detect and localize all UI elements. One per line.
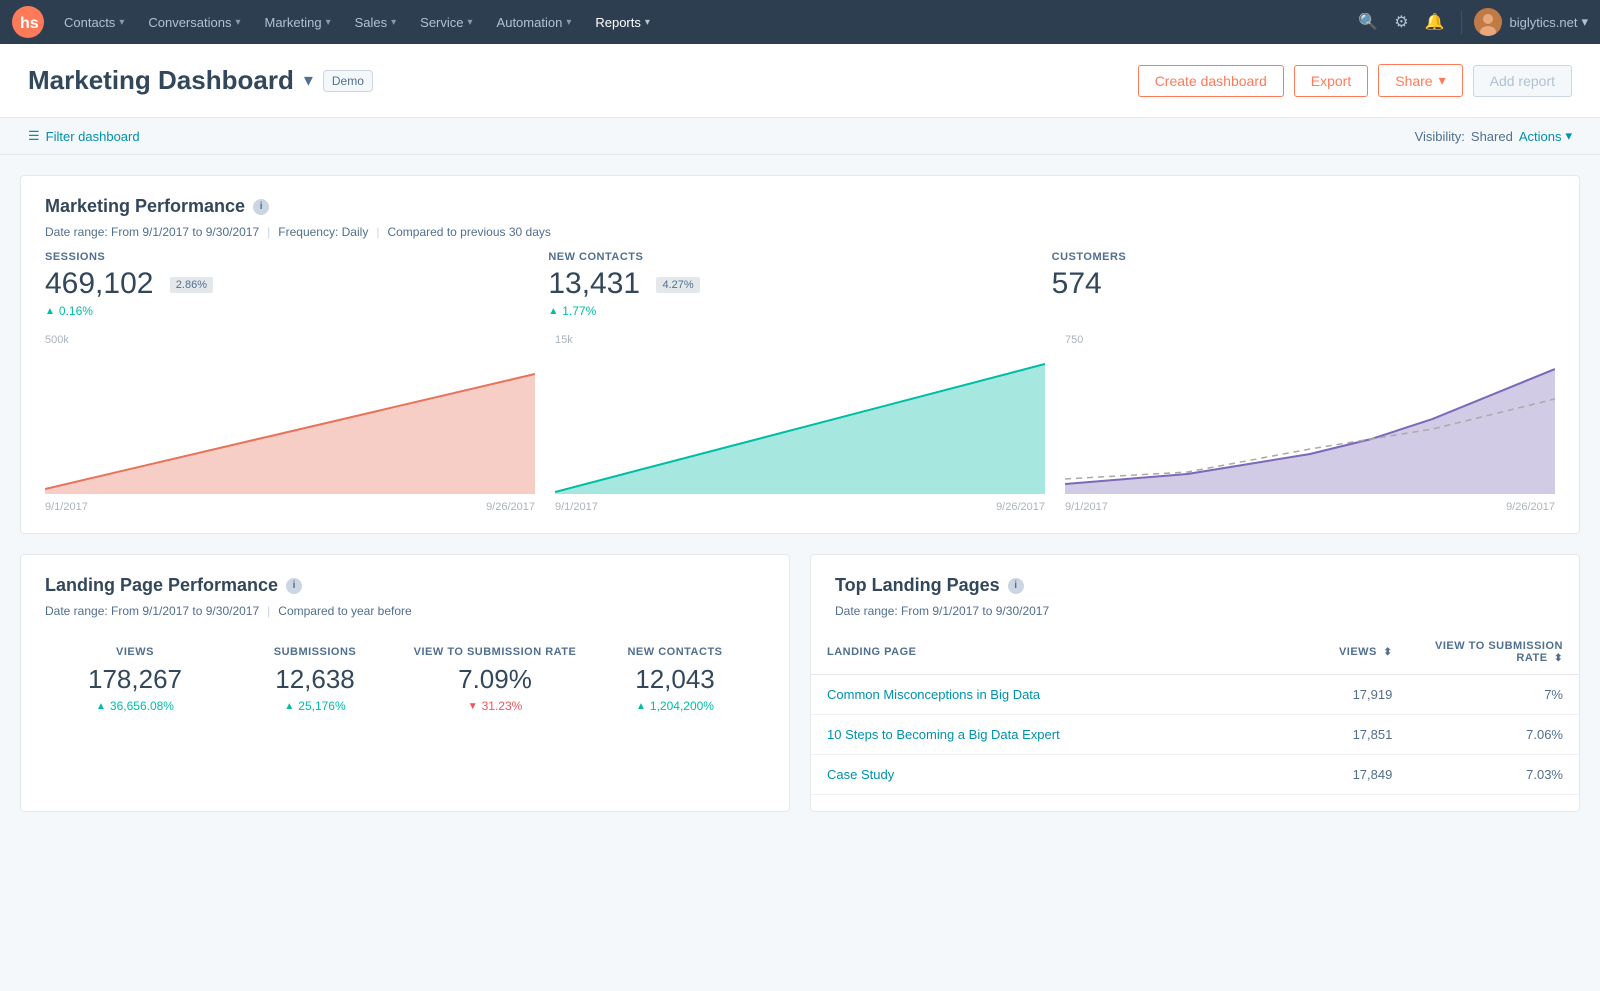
chevron-down-icon: ▾ bbox=[468, 17, 473, 28]
share-button[interactable]: Share ▾ bbox=[1378, 64, 1462, 97]
nav-reports[interactable]: Reports ▾ bbox=[583, 0, 662, 44]
nav-service[interactable]: Service ▾ bbox=[408, 0, 484, 44]
svg-text:hs: hs bbox=[20, 15, 39, 32]
chevron-down-icon: ▾ bbox=[391, 17, 396, 28]
header-actions: Create dashboard Export Share ▾ Add repo… bbox=[1138, 64, 1572, 97]
bottom-grid: Landing Page Performance i Date range: F… bbox=[20, 554, 1580, 832]
metrics-row: SESSIONS 469,102 2.86% ▲ 0.16% NEW CONTA… bbox=[21, 251, 1579, 334]
col-views[interactable]: VIEWS ⬍ bbox=[1263, 630, 1409, 675]
lp-card-header: Landing Page Performance i Date range: F… bbox=[21, 555, 789, 630]
page-title: Marketing Dashboard bbox=[28, 65, 294, 96]
chevron-down-icon: ▾ bbox=[119, 17, 124, 28]
down-arrow-icon: ▼ bbox=[468, 701, 478, 712]
nav-items: Contacts ▾ Conversations ▾ Marketing ▾ S… bbox=[52, 0, 1354, 44]
sessions-metric: SESSIONS 469,102 2.86% ▲ 0.16% bbox=[45, 251, 548, 318]
up-arrow-icon: ▲ bbox=[96, 701, 106, 712]
nav-conversations[interactable]: Conversations ▾ bbox=[136, 0, 252, 44]
hubspot-logo[interactable]: hs bbox=[12, 6, 44, 38]
actions-button[interactable]: Actions ▾ bbox=[1519, 128, 1572, 144]
lp-card-meta: Date range: From 9/1/2017 to 9/30/2017 |… bbox=[45, 604, 765, 618]
tlp-card-meta: Date range: From 9/1/2017 to 9/30/2017 bbox=[835, 604, 1555, 618]
charts-row: 500k 9/1/2017 9/26/2017 15k 9/1/20 bbox=[21, 334, 1579, 533]
landing-pages-table: LANDING PAGE VIEWS ⬍ VIEW TO SUBMISSION … bbox=[811, 630, 1579, 795]
col-view-to-submission-rate[interactable]: VIEW TO SUBMISSION RATE ⬍ bbox=[1408, 630, 1579, 675]
table-row: 10 Steps to Becoming a Big Data Expert 1… bbox=[811, 715, 1579, 755]
new-contacts-chart: 15k 9/1/2017 9/26/2017 bbox=[555, 334, 1045, 513]
chevron-down-icon: ▾ bbox=[566, 17, 571, 28]
up-arrow-icon: ▲ bbox=[548, 306, 558, 317]
lp-metrics: VIEWS 178,267 ▲ 36,656.08% SUBMISSIONS 1… bbox=[21, 630, 789, 729]
nav-sales[interactable]: Sales ▾ bbox=[343, 0, 409, 44]
top-navigation: hs Contacts ▾ Conversations ▾ Marketing … bbox=[0, 0, 1600, 44]
settings-icon[interactable]: ⚙ bbox=[1390, 8, 1412, 36]
lp-view-submission-rate-metric: VIEW TO SUBMISSION RATE 7.09% ▼ 31.23% bbox=[405, 646, 585, 713]
col-landing-page[interactable]: LANDING PAGE bbox=[811, 630, 1263, 675]
customers-chart: 750 9/1/2017 9/26/2017 bbox=[1065, 334, 1555, 513]
up-arrow-icon: ▲ bbox=[284, 701, 294, 712]
tlp-card-title: Top Landing Pages i bbox=[835, 575, 1555, 596]
create-dashboard-button[interactable]: Create dashboard bbox=[1138, 65, 1284, 97]
up-arrow-icon: ▲ bbox=[636, 701, 646, 712]
filter-icon: ☰ bbox=[28, 128, 40, 144]
sort-icon: ⬍ bbox=[1554, 653, 1563, 664]
search-icon[interactable]: 🔍 bbox=[1354, 8, 1382, 36]
title-dropdown-icon[interactable]: ▾ bbox=[304, 70, 313, 91]
nav-divider bbox=[1461, 10, 1462, 34]
table-row: Common Misconceptions in Big Data 17,919… bbox=[811, 675, 1579, 715]
table-row: Case Study 17,849 7.03% bbox=[811, 755, 1579, 795]
chevron-down-icon: ▾ bbox=[235, 17, 240, 28]
tlp-card-header: Top Landing Pages i Date range: From 9/1… bbox=[811, 555, 1579, 630]
demo-badge: Demo bbox=[323, 70, 373, 92]
account-name[interactable]: biglytics.net ▾ bbox=[1510, 14, 1588, 30]
add-report-button: Add report bbox=[1473, 65, 1572, 97]
nav-automation[interactable]: Automation ▾ bbox=[485, 0, 584, 44]
lp-card-title: Landing Page Performance i bbox=[45, 575, 765, 596]
title-area: Marketing Dashboard ▾ Demo bbox=[28, 65, 1138, 96]
landing-pages-table-container: LANDING PAGE VIEWS ⬍ VIEW TO SUBMISSION … bbox=[811, 630, 1579, 811]
nav-contacts[interactable]: Contacts ▾ bbox=[52, 0, 136, 44]
page-header: Marketing Dashboard ▾ Demo Create dashbo… bbox=[0, 44, 1600, 118]
nav-marketing[interactable]: Marketing ▾ bbox=[252, 0, 342, 44]
chevron-down-icon: ▾ bbox=[1581, 14, 1588, 30]
lp-new-contacts-metric: NEW CONTACTS 12,043 ▲ 1,204,200% bbox=[585, 646, 765, 713]
chevron-down-icon: ▾ bbox=[1439, 72, 1446, 89]
info-icon[interactable]: i bbox=[253, 199, 269, 215]
sort-icon: ⬍ bbox=[1383, 647, 1392, 658]
card-header: Marketing Performance i Date range: From… bbox=[21, 176, 1579, 251]
new-contacts-metric: NEW CONTACTS 13,431 4.27% ▲ 1.77% bbox=[548, 251, 1051, 318]
notifications-icon[interactable]: 🔔 bbox=[1421, 8, 1449, 36]
info-icon[interactable]: i bbox=[286, 578, 302, 594]
nav-right-actions: 🔍 ⚙ 🔔 biglytics.net ▾ bbox=[1354, 8, 1588, 36]
card-title: Marketing Performance i bbox=[45, 196, 1555, 217]
customers-metric: CUSTOMERS 574 bbox=[1052, 251, 1555, 318]
card-meta: Date range: From 9/1/2017 to 9/30/2017 |… bbox=[45, 225, 1555, 239]
visibility-area: Visibility: Shared Actions ▾ bbox=[1415, 128, 1572, 144]
filter-bar: ☰ Filter dashboard Visibility: Shared Ac… bbox=[0, 118, 1600, 155]
chevron-down-icon: ▾ bbox=[326, 17, 331, 28]
top-landing-pages-card: Top Landing Pages i Date range: From 9/1… bbox=[810, 554, 1580, 812]
export-button[interactable]: Export bbox=[1294, 65, 1368, 97]
sessions-chart: 500k 9/1/2017 9/26/2017 bbox=[45, 334, 535, 513]
chevron-down-icon: ▾ bbox=[1565, 128, 1572, 144]
lp-views-metric: VIEWS 178,267 ▲ 36,656.08% bbox=[45, 646, 225, 713]
up-arrow-icon: ▲ bbox=[45, 306, 55, 317]
lp-submissions-metric: SUBMISSIONS 12,638 ▲ 25,176% bbox=[225, 646, 405, 713]
marketing-performance-card: Marketing Performance i Date range: From… bbox=[20, 175, 1580, 534]
filter-dashboard-link[interactable]: ☰ Filter dashboard bbox=[28, 128, 140, 144]
main-content: Marketing Performance i Date range: From… bbox=[0, 155, 1600, 852]
landing-page-performance-card: Landing Page Performance i Date range: F… bbox=[20, 554, 790, 812]
info-icon[interactable]: i bbox=[1008, 578, 1024, 594]
chevron-down-icon: ▾ bbox=[645, 17, 650, 28]
avatar[interactable] bbox=[1474, 8, 1502, 36]
